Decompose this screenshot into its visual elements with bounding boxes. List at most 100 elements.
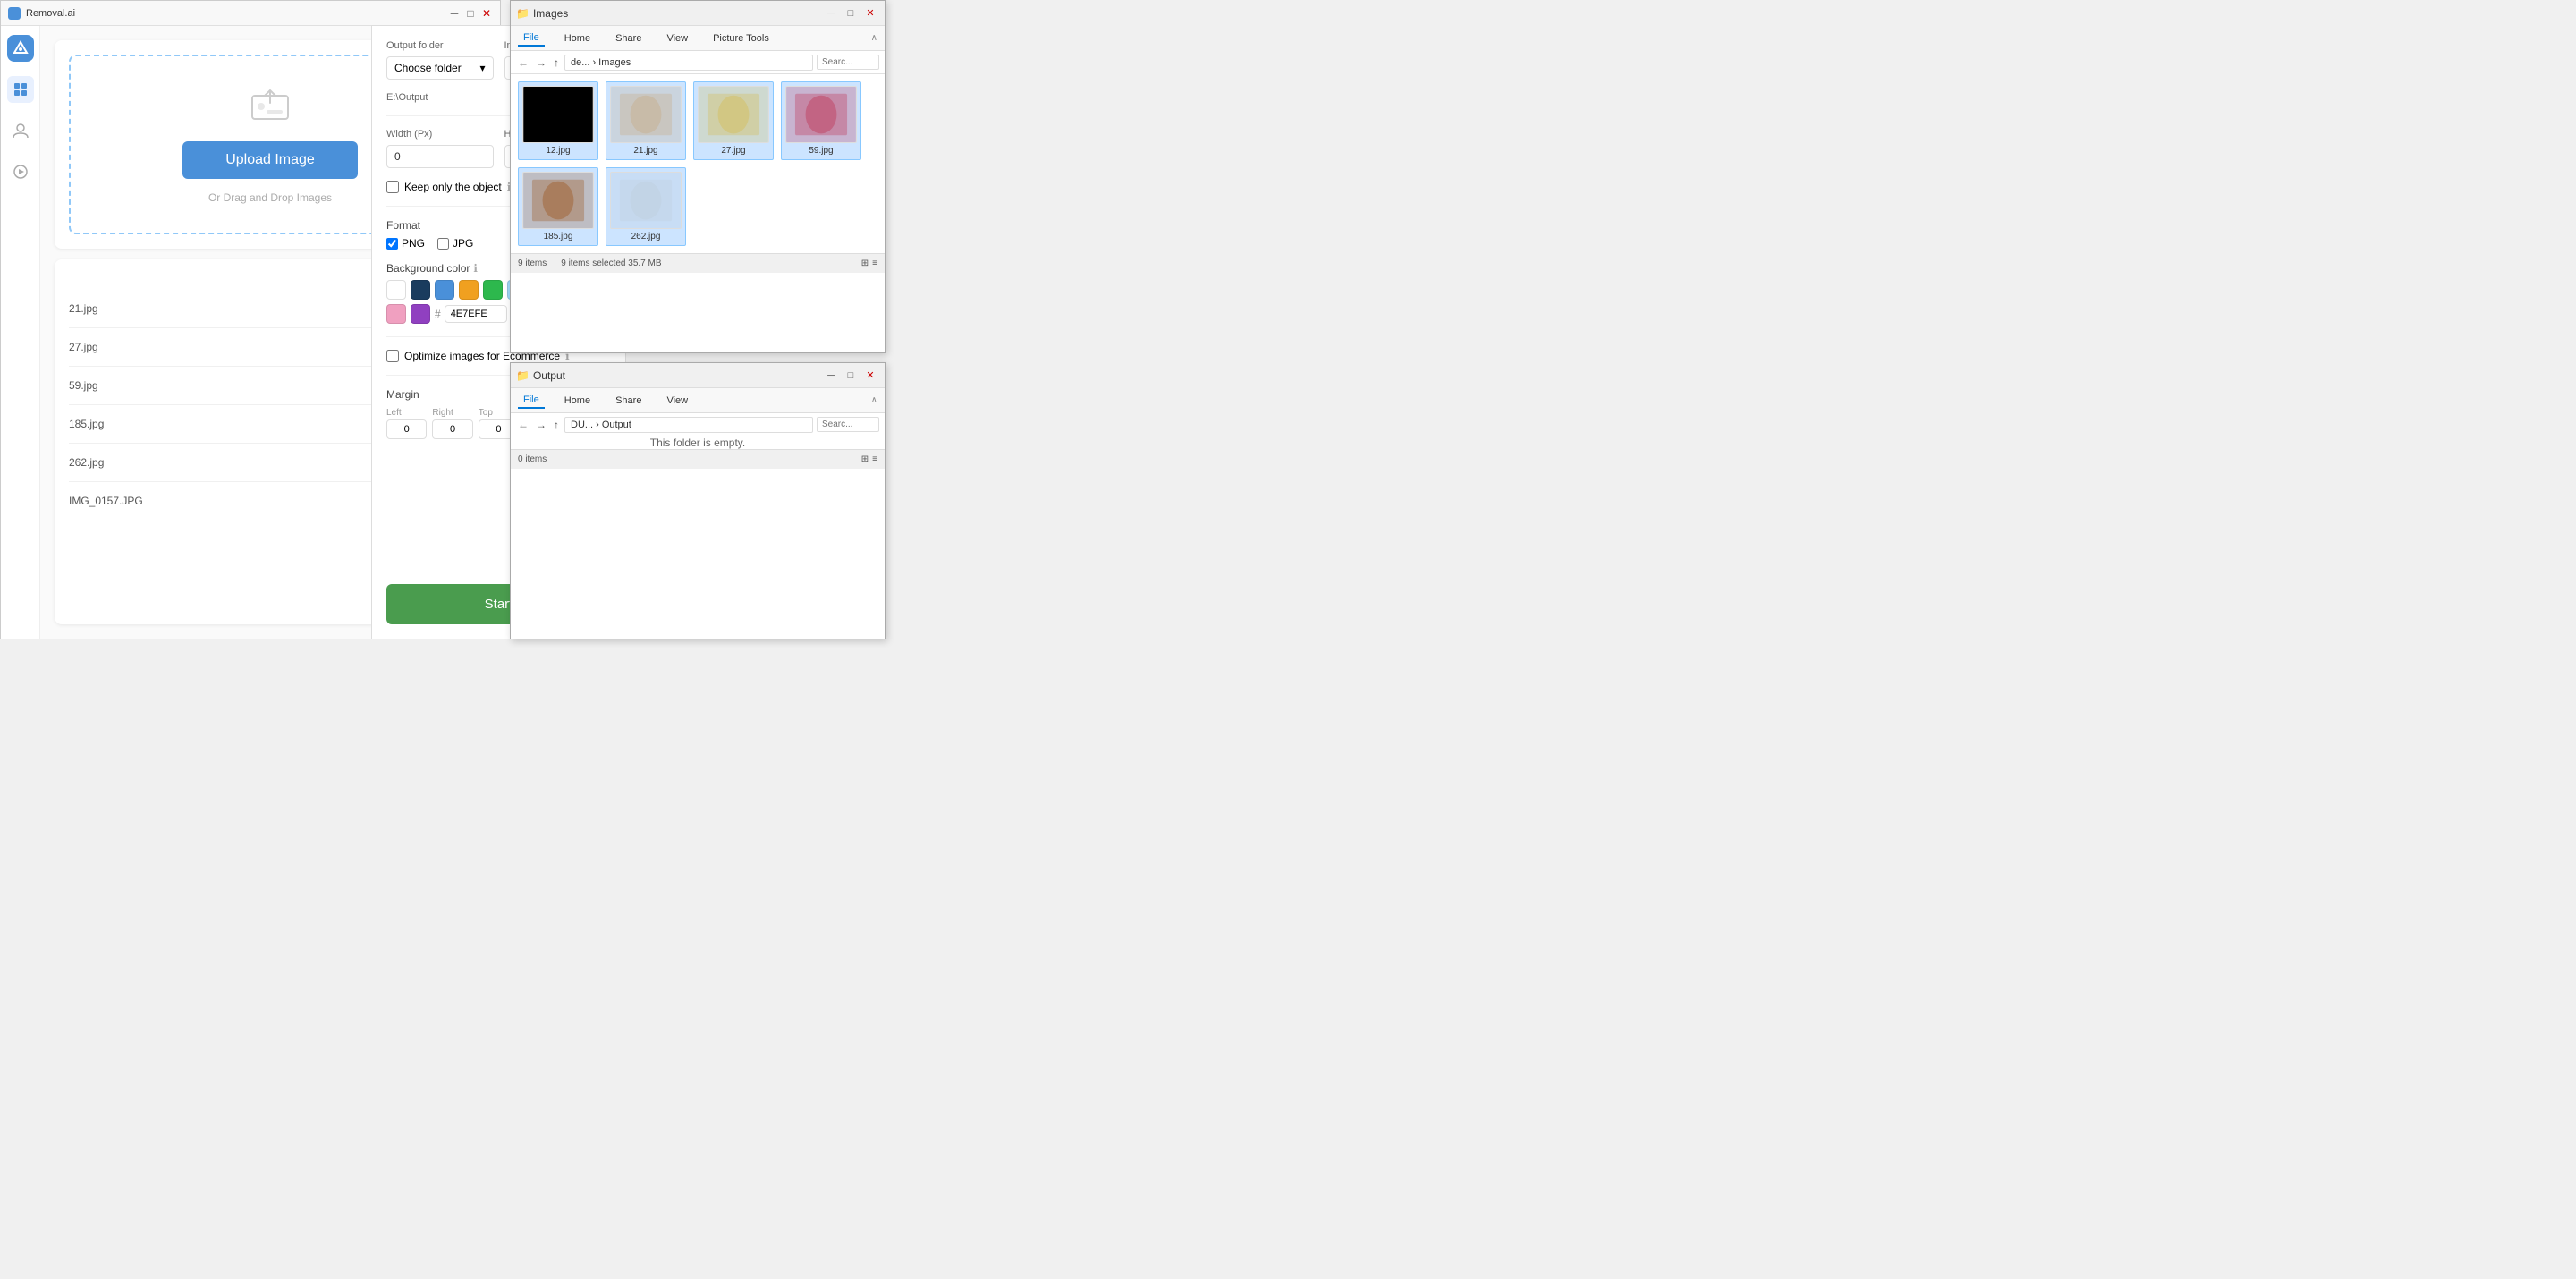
color-swatch-blue[interactable] xyxy=(435,280,454,300)
ribbon-expand-icon[interactable]: ∧ xyxy=(871,33,877,43)
thumb-label: 59.jpg xyxy=(809,146,833,156)
output-grid-view-icon[interactable]: ⊞ xyxy=(861,454,869,464)
bg-color-info-icon[interactable]: ℹ xyxy=(473,262,478,275)
output-ribbon-tab-view[interactable]: View xyxy=(661,394,693,408)
keep-object-label: Keep only the object xyxy=(404,181,502,193)
output-ribbon-expand-icon[interactable]: ∧ xyxy=(871,395,877,405)
width-input[interactable] xyxy=(386,145,494,168)
nav-back-button[interactable]: ← xyxy=(516,55,530,71)
minimize-button[interactable]: ─ xyxy=(448,7,461,20)
format-png-checkbox[interactable] xyxy=(386,238,398,250)
app-title: Removal.ai xyxy=(26,8,443,19)
output-folder-col: Output folder Choose folder ▾ xyxy=(386,40,494,80)
sidebar-item-batch[interactable] xyxy=(7,76,34,103)
margin-left-input[interactable] xyxy=(386,419,427,439)
output-close-button[interactable]: ✕ xyxy=(861,368,879,384)
format-jpg-option[interactable]: JPG xyxy=(437,237,473,250)
images-address-bar: ← → ↑ xyxy=(511,51,885,74)
output-list-view-icon[interactable]: ≡ xyxy=(872,454,877,464)
ribbon-tab-home[interactable]: Home xyxy=(559,31,596,46)
file-thumb[interactable]: 12.jpg xyxy=(518,81,598,160)
color-swatch-white[interactable] xyxy=(386,280,406,300)
format-jpg-label: JPG xyxy=(453,237,473,250)
images-item-count: 9 items xyxy=(518,258,547,268)
output-ribbon-tab-file[interactable]: File xyxy=(518,393,545,409)
close-button[interactable]: ✕ xyxy=(480,7,493,20)
output-view-icons: ⊞ ≡ xyxy=(861,454,877,464)
optimize-checkbox[interactable] xyxy=(386,350,399,362)
format-jpg-checkbox[interactable] xyxy=(437,238,449,250)
empty-folder-message: This folder is empty. xyxy=(511,436,885,449)
choose-folder-select[interactable]: Choose folder ▾ xyxy=(386,56,494,80)
upload-icon xyxy=(249,85,292,129)
thumb-label: 27.jpg xyxy=(721,146,745,156)
hex-color-input[interactable] xyxy=(445,305,507,323)
thumb-label: 21.jpg xyxy=(633,146,657,156)
maximize-button[interactable]: □ xyxy=(464,7,477,20)
output-nav-back-button[interactable]: ← xyxy=(516,417,530,433)
keep-object-checkbox[interactable] xyxy=(386,181,399,193)
nav-forward-button[interactable]: → xyxy=(534,55,548,71)
color-swatch-green[interactable] xyxy=(483,280,503,300)
output-ribbon-tab-share[interactable]: Share xyxy=(610,394,647,408)
output-titlebar-controls: ─ □ ✕ xyxy=(822,368,879,384)
list-view-icon[interactable]: ≡ xyxy=(872,258,877,268)
thumb-image xyxy=(522,86,594,143)
output-ribbon-tab-home[interactable]: Home xyxy=(559,394,596,408)
images-maximize-button[interactable]: □ xyxy=(842,5,860,21)
output-ribbon: File Home Share View ∧ xyxy=(511,388,885,413)
file-thumb[interactable]: 21.jpg xyxy=(606,81,686,160)
color-swatch-purple[interactable] xyxy=(411,304,430,324)
output-nav-forward-button[interactable]: → xyxy=(534,417,548,433)
output-search-input[interactable] xyxy=(817,417,879,432)
color-swatch-dark-blue[interactable] xyxy=(411,280,430,300)
images-titlebar-controls: ─ □ ✕ xyxy=(822,5,879,21)
explorer-output-window: 📁 Output ─ □ ✕ File Home Share View ∧ ← … xyxy=(510,362,886,640)
nav-up-button[interactable]: ↑ xyxy=(552,55,561,71)
thumb-label: 262.jpg xyxy=(631,232,661,241)
color-swatch-orange[interactable] xyxy=(459,280,479,300)
sidebar-item-play[interactable] xyxy=(7,158,34,185)
grid-view-icon[interactable]: ⊞ xyxy=(861,258,869,268)
file-thumb[interactable]: 27.jpg xyxy=(693,81,774,160)
thumb-image xyxy=(698,86,769,143)
file-thumb[interactable]: 59.jpg xyxy=(781,81,861,160)
file-item-name: 262.jpg xyxy=(69,456,394,469)
output-titlebar: 📁 Output ─ □ ✕ xyxy=(511,363,885,388)
file-item-name: 185.jpg xyxy=(69,418,394,430)
ribbon-tab-file[interactable]: File xyxy=(518,30,545,47)
app-icon xyxy=(8,7,21,20)
images-minimize-button[interactable]: ─ xyxy=(822,5,840,21)
margin-right-input[interactable] xyxy=(432,419,472,439)
bg-color-label: Background color xyxy=(386,262,470,275)
color-swatch-pink[interactable] xyxy=(386,304,406,324)
output-minimize-button[interactable]: ─ xyxy=(822,368,840,384)
ribbon-tab-picture-tools[interactable]: Picture Tools xyxy=(708,31,775,46)
images-title: Images xyxy=(533,7,818,20)
output-maximize-button[interactable]: □ xyxy=(842,368,860,384)
thumb-label: 185.jpg xyxy=(544,232,573,241)
explorer-images-window: 📁 Images ─ □ ✕ File Home Share View Pict… xyxy=(510,0,886,353)
output-folder-icon: 📁 xyxy=(516,369,530,382)
thumb-image xyxy=(610,172,682,229)
output-nav-up-button[interactable]: ↑ xyxy=(552,417,561,433)
ribbon-tab-view[interactable]: View xyxy=(661,31,693,46)
margin-left-field: Left xyxy=(386,408,427,439)
images-close-button[interactable]: ✕ xyxy=(861,5,879,21)
thumb-label: 12.jpg xyxy=(546,146,570,156)
format-png-option[interactable]: PNG xyxy=(386,237,425,250)
file-thumb[interactable]: 262.jpg xyxy=(606,167,686,246)
width-label: Width (Px) xyxy=(386,129,494,140)
ribbon-tab-share[interactable]: Share xyxy=(610,31,647,46)
upload-image-button[interactable]: Upload Image xyxy=(182,141,358,179)
images-titlebar: 📁 Images ─ □ ✕ xyxy=(511,1,885,26)
file-thumb[interactable]: 185.jpg xyxy=(518,167,598,246)
file-item-name: 59.jpg xyxy=(69,379,394,392)
search-input[interactable] xyxy=(817,55,879,70)
output-address-path-input[interactable] xyxy=(564,417,813,433)
margin-left-label: Left xyxy=(386,408,427,418)
address-path-input[interactable] xyxy=(564,55,813,71)
sidebar-item-user[interactable] xyxy=(7,117,34,144)
width-col: Width (Px) xyxy=(386,129,494,168)
format-png-label: PNG xyxy=(402,237,425,250)
